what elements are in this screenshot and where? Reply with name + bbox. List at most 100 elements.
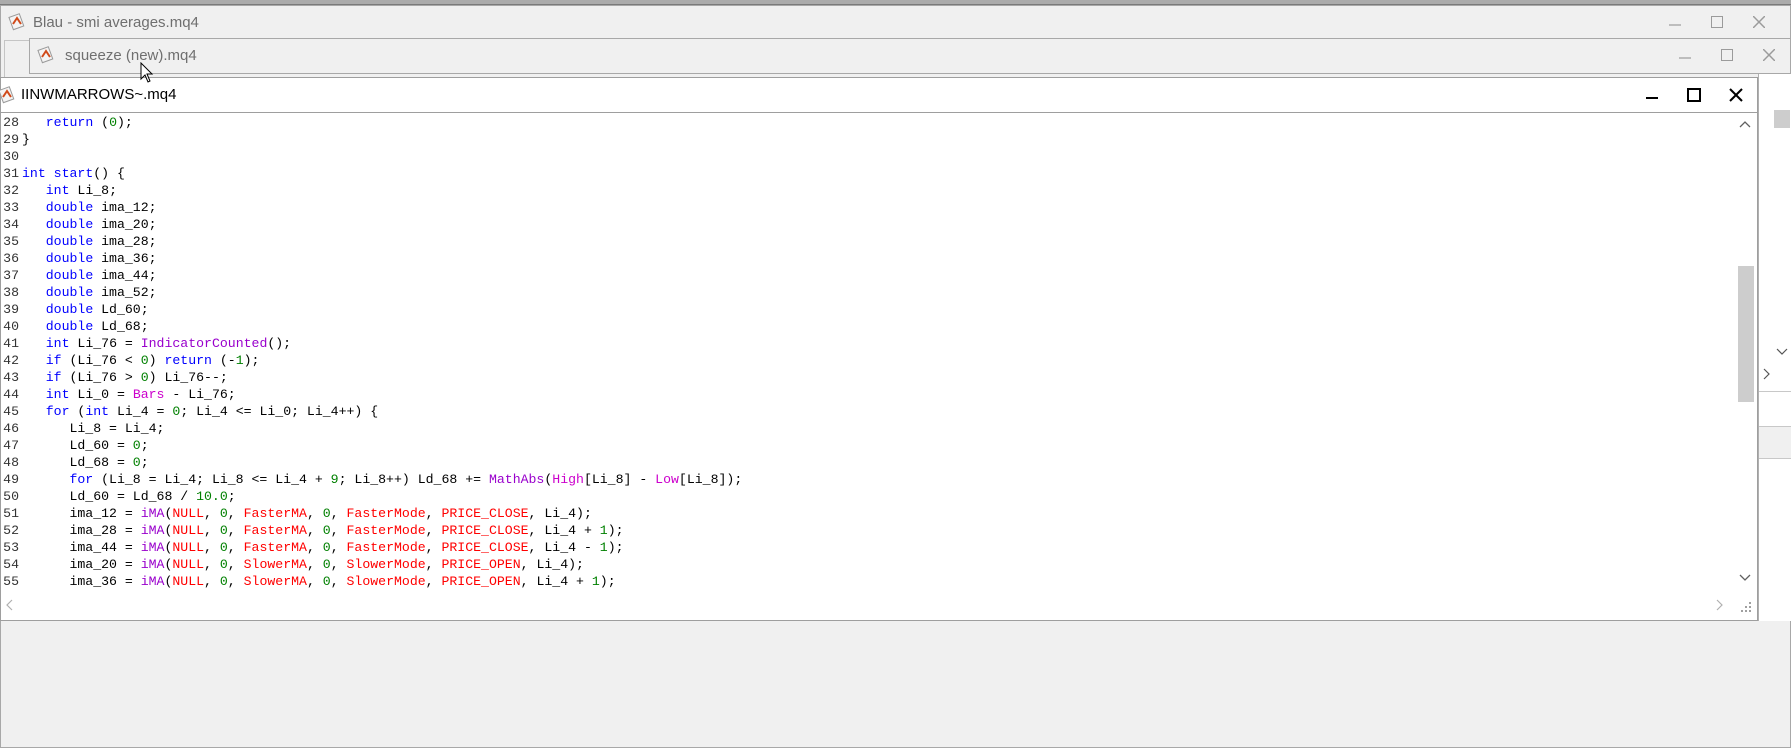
code-text: ima_44 = iMA(NULL, 0, FasterMA, 0, Faste… [19,539,623,556]
code-line[interactable]: 36 double ima_36; [1,250,1734,267]
window-active-editor[interactable]: IINWMARROWS~.mq4 28 return (0); 29} 30 31 in… [0,77,1758,621]
code-token: start [53,166,94,181]
code-line[interactable]: 46 Li_8 = Li_4; [1,420,1734,437]
code-line[interactable]: 52 ima_28 = iMA(NULL, 0, FasterMA, 0, Fa… [1,522,1734,539]
code-line[interactable]: 47 Ld_60 = 0; [1,437,1734,454]
code-line[interactable]: 37 double ima_44; [1,267,1734,284]
mq4-file-icon [36,45,56,65]
scrollbar-thumb[interactable] [1738,266,1754,402]
code-line[interactable]: 55 ima_36 = iMA(NULL, 0, SlowerMA, 0, Sl… [1,573,1734,588]
code-token: 1 [235,353,244,368]
resize-grip-icon[interactable] [1739,600,1753,614]
code-line[interactable]: 49 for (Li_8 = Li_4; Li_8 <= Li_4 + 9; L… [1,471,1734,488]
code-token: int [22,166,46,181]
line-number: 28 [3,115,19,130]
close-button[interactable] [1748,39,1790,71]
code-line[interactable]: 29} [1,131,1734,148]
code-line[interactable]: 30 [1,148,1734,165]
close-button[interactable] [1715,79,1757,111]
close-button[interactable] [1738,6,1780,38]
code-text: double ima_52; [19,284,157,301]
code-line[interactable]: 48 Ld_68 = 0; [1,454,1734,471]
maximize-button[interactable] [1706,39,1748,71]
minimize-button[interactable] [1664,39,1706,71]
code-line[interactable]: 42 if (Li_76 < 0) return (-1); [1,352,1734,369]
code-token: for [45,404,70,419]
code-token: IndicatorCounted [140,336,268,351]
code-line[interactable]: 39 double Ld_60; [1,301,1734,318]
code-token: , [204,557,220,572]
code-token: FasterMode [346,523,426,538]
code-text: ima_12 = iMA(NULL, 0, FasterMA, 0, Faste… [19,505,591,522]
code-token: double [45,302,94,317]
maximize-icon [1711,16,1723,28]
code-token: , [204,523,220,538]
code-token: double [45,285,94,300]
code-token: NULL [172,574,205,588]
code-token: ; Li_8++) Ld_68 += [338,472,489,487]
code-token: 0 [219,574,228,588]
code-line[interactable]: 53 ima_44 = iMA(NULL, 0, FasterMA, 0, Fa… [1,539,1734,556]
code-token: FasterMA [243,506,307,521]
code-token: , Li_4 + [528,523,600,538]
code-line[interactable]: 28 return (0); [1,114,1734,131]
scroll-up-icon[interactable] [1738,118,1752,132]
code-line[interactable]: 38 double ima_52; [1,284,1734,301]
code-token: () { [93,166,125,181]
code-text: int Li_76 = IndicatorCounted(); [19,335,291,352]
code-token: 0 [219,506,228,521]
horizontal-scrollbar[interactable] [1,588,1734,620]
maximize-button[interactable] [1673,79,1715,111]
minimize-button[interactable] [1654,6,1696,38]
code-line[interactable]: 43 if (Li_76 > 0) Li_76--; [1,369,1734,386]
minimize-button[interactable] [1631,79,1673,111]
code-line[interactable]: 54 ima_20 = iMA(NULL, 0, SlowerMA, 0, Sl… [1,556,1734,573]
code-token: for [69,472,94,487]
window-squeeze[interactable]: squeeze (new).mq4 [29,38,1791,74]
code-text: ima_36 = iMA(NULL, 0, SlowerMA, 0, Slowe… [19,573,615,588]
code-token: , Li_4); [520,557,584,572]
window-bottom-edge [0,747,1791,753]
code-line[interactable]: 45 for (int Li_4 = 0; Li_4 <= Li_0; Li_4… [1,403,1734,420]
code-line[interactable]: 50 Ld_60 = Ld_68 / 10.0; [1,488,1734,505]
code-token: Li_0 = [69,387,133,402]
code-line[interactable]: 32 int Li_8; [1,182,1734,199]
code-token: PRICE_OPEN [441,557,521,572]
code-line[interactable]: 34 double ima_20; [1,216,1734,233]
title-bar-active[interactable]: IINWMARROWS~.mq4 [0,78,1757,113]
minimize-icon [1669,24,1681,26]
code-token: double [45,217,94,232]
chevron-down-icon[interactable] [1776,348,1788,356]
line-number: 55 [3,574,19,588]
code-line[interactable]: 41 int Li_76 = IndicatorCounted(); [1,335,1734,352]
code-token: , [330,540,347,555]
code-token: 1 [591,574,600,588]
scroll-right-icon[interactable] [1712,598,1726,612]
line-number: 47 [3,438,19,453]
code-token: 0 [322,506,331,521]
chevron-right-icon[interactable] [1763,368,1771,380]
code-text: int start() { [19,165,125,182]
scrollbar-thumb[interactable] [1774,110,1790,128]
scroll-down-icon[interactable] [1738,570,1752,584]
code-line[interactable]: 40 double Ld_68; [1,318,1734,335]
maximize-button[interactable] [1696,6,1738,38]
line-number: 34 [3,217,19,232]
vertical-scrollbar[interactable] [1733,114,1757,588]
code-line[interactable]: 51 ima_12 = iMA(NULL, 0, FasterMA, 0, Fa… [1,505,1734,522]
code-token: , [330,523,347,538]
code-editor[interactable]: 28 return (0); 29} 30 31 int start() {32 int… [1,114,1734,588]
code-line[interactable]: 31 int start() { [1,165,1734,182]
code-token: 0 [322,557,331,572]
code-line[interactable]: 44 int Li_0 = Bars - Li_76; [1,386,1734,403]
code-token: , [227,540,244,555]
code-line[interactable]: 33 double ima_12; [1,199,1734,216]
code-token: High [552,472,584,487]
code-text: ima_28 = iMA(NULL, 0, FasterMA, 0, Faste… [19,522,623,539]
line-number: 33 [3,200,19,215]
code-line[interactable]: 35 double ima_28; [1,233,1734,250]
scroll-left-icon[interactable] [3,598,17,612]
